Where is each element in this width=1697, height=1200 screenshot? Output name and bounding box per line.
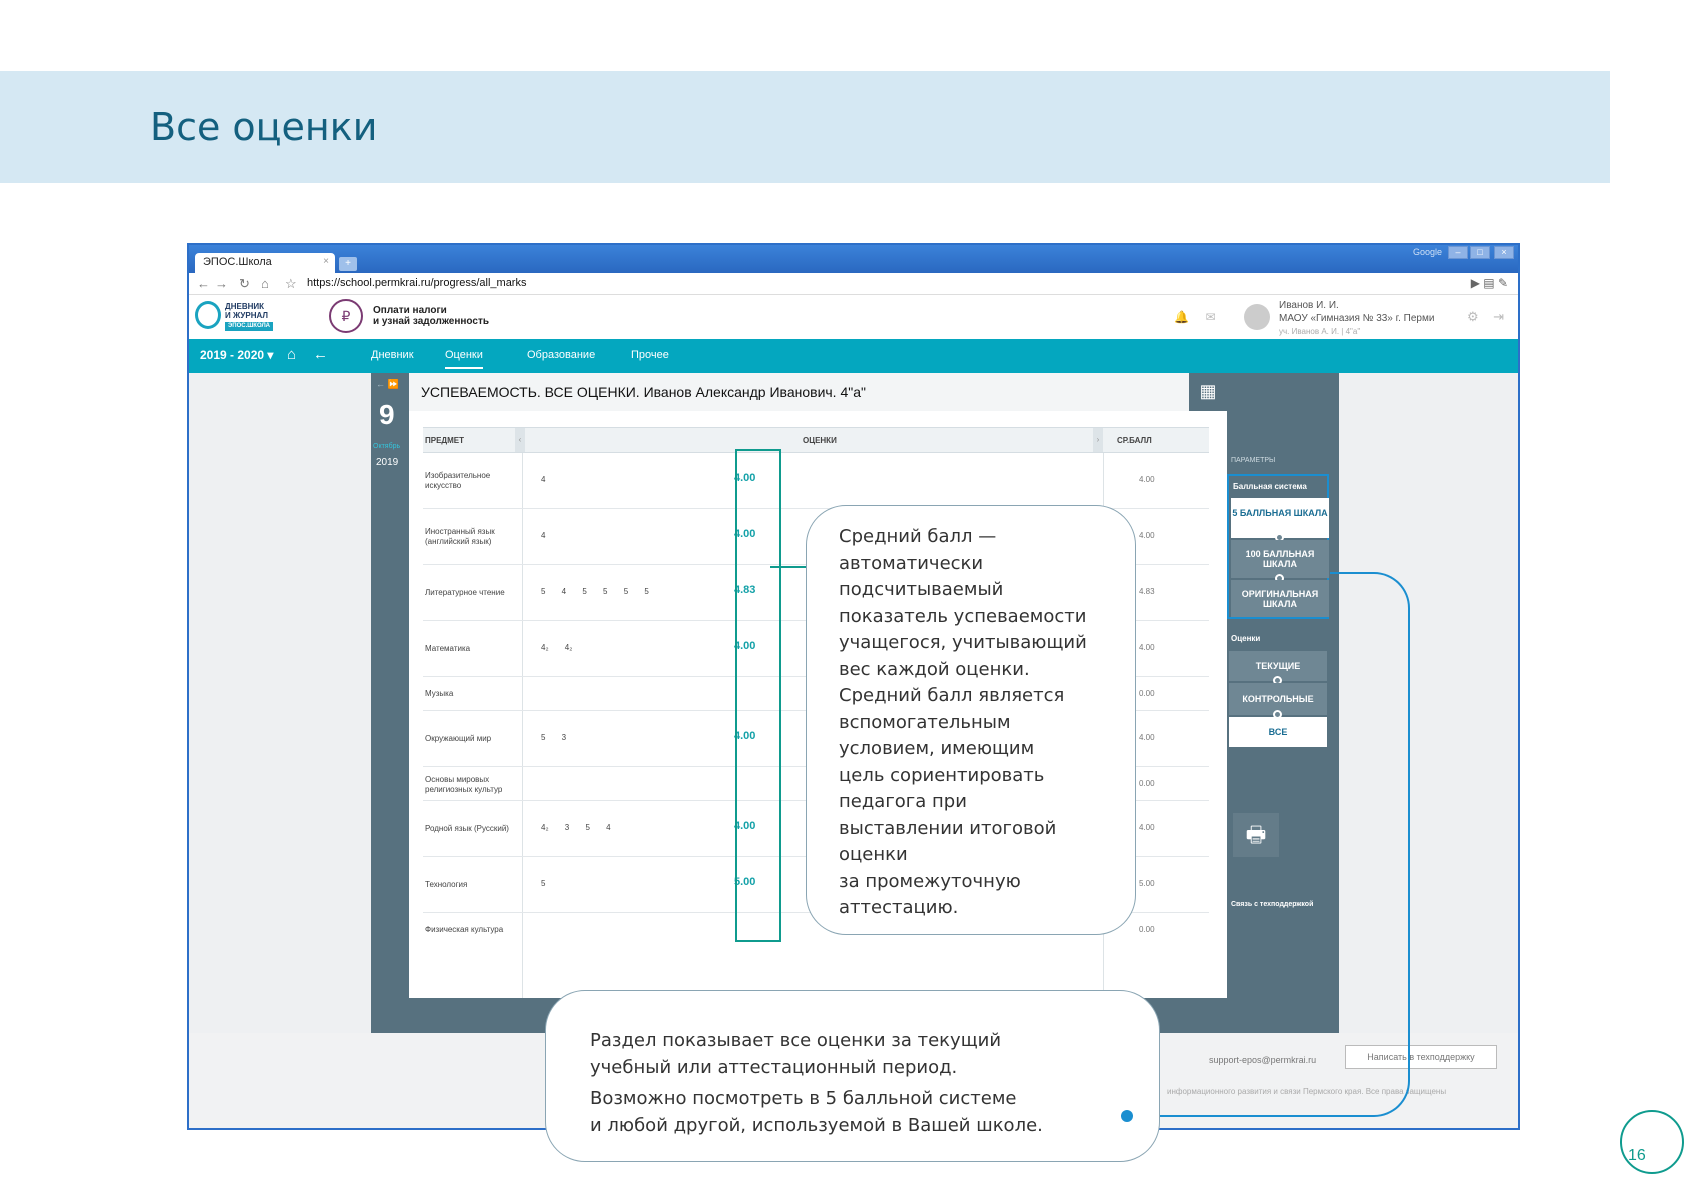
browser-titlebar: ЭПОС.Школа × + Google – □ ×: [189, 245, 1518, 273]
params-label: ПАРАМЕТРЫ: [1231, 457, 1276, 464]
date-nav-arrows[interactable]: ← ⏩: [376, 379, 399, 390]
scale-connector-dot: [1121, 1110, 1133, 1122]
close-window-icon[interactable]: ×: [1494, 246, 1514, 259]
logo[interactable]: ДНЕВНИК И ЖУРНАЛ ЭПОС.ШКОЛА: [225, 302, 273, 331]
current-day: 9: [379, 399, 395, 430]
panel-title: УСПЕВАЕМОСТЬ. ВСЕ ОЦЕНКИ. Иванов Алексан…: [421, 384, 866, 400]
marks-label: Оценки: [1231, 634, 1261, 643]
star-icon[interactable]: ☆: [285, 276, 297, 292]
scroll-right-icon[interactable]: ›: [1093, 428, 1103, 452]
mail-icon[interactable]: ✉: [1206, 310, 1216, 324]
scale-5-button[interactable]: 5 БАЛЛЬНАЯ ШКАЛА: [1231, 498, 1329, 538]
table-row[interactable]: Изобразительное искусство 4 4.00 4.00: [423, 453, 1209, 509]
logo-icon: [195, 301, 221, 329]
slide: Все оценки ЭПОС.Школа × + Google – □ × ←…: [0, 0, 1697, 1200]
url-field[interactable]: https://school.permkrai.ru/progress/all_…: [307, 277, 526, 289]
year-selector[interactable]: 2019 - 2020 ▾: [200, 348, 273, 362]
address-bar-row: ← → ↻ ⌂ ☆ https://school.permkrai.ru/pro…: [189, 273, 1518, 295]
col-avg: СР.БАЛЛ: [1117, 436, 1152, 445]
notification-icons: 🔔 ✉: [1174, 310, 1216, 324]
footer-email[interactable]: support-epos@permkrai.ru: [1209, 1055, 1316, 1065]
scale-original-button[interactable]: ОРИГИНАЛЬНАЯ ШКАЛА: [1231, 580, 1329, 617]
average-highlight-frame: [735, 449, 781, 942]
forward-icon[interactable]: →: [215, 276, 228, 291]
callout-paragraph: Раздел показывает все оценки за текущий …: [590, 1030, 1002, 1078]
nav-diary[interactable]: Дневник: [371, 349, 414, 361]
scale-selector: Балльная система 5 БАЛЛЬНАЯ ШКАЛА 100 БА…: [1227, 474, 1329, 619]
tax-banner[interactable]: Оплати налоги и узнай задолженность: [373, 305, 489, 327]
back-arrow-icon[interactable]: ←: [313, 346, 328, 363]
user-info[interactable]: Иванов И. И. МАОУ «Гимназия № 33» г. Пер…: [1279, 299, 1434, 338]
tax-icon[interactable]: ₽: [329, 299, 363, 333]
tab-title: ЭПОС.Школа: [203, 256, 272, 268]
nav-other[interactable]: Прочее: [631, 349, 669, 361]
nav-marks[interactable]: Оценки: [445, 349, 483, 369]
scroll-left-icon[interactable]: ‹: [515, 428, 525, 452]
printer-icon[interactable]: 🖶: [1233, 813, 1279, 857]
table-header: ПРЕДМЕТ ‹ ОЦЕНКИ › СР.БАЛЛ: [423, 427, 1209, 453]
header-actions: ⚙ ⇥: [1467, 309, 1504, 325]
col-subject: ПРЕДМЕТ: [425, 436, 465, 445]
main-navbar: 2019 - 2020 ▾ ⌂ ← Дневник Оценки Образов…: [189, 339, 1518, 373]
panel-header: УСПЕВАЕМОСТЬ. ВСЕ ОЦЕНКИ. Иванов Алексан…: [409, 373, 1227, 411]
home-icon[interactable]: ⌂: [287, 346, 296, 363]
title-band: Все оценки: [0, 71, 1610, 183]
browser-tab[interactable]: ЭПОС.Школа ×: [195, 253, 335, 273]
params-sidebar: ПАРАМЕТРЫ Балльная система 5 БАЛЛЬНАЯ ШК…: [1227, 373, 1339, 1033]
google-label: Google: [1412, 247, 1442, 257]
maximize-icon[interactable]: □: [1470, 246, 1490, 259]
close-tab-icon[interactable]: ×: [323, 256, 329, 267]
minimize-icon[interactable]: –: [1448, 246, 1468, 259]
avatar[interactable]: [1244, 304, 1270, 330]
page-number: 16: [1628, 1147, 1646, 1164]
all-marks-button[interactable]: ВСЕ: [1229, 717, 1327, 747]
grid-icon[interactable]: ▦: [1189, 373, 1227, 411]
logout-icon[interactable]: ⇥: [1493, 309, 1504, 324]
support-link[interactable]: Связь с техподдержкой: [1231, 901, 1313, 908]
scale-100-button[interactable]: 100 БАЛЛЬНАЯ ШКАЛА: [1231, 540, 1329, 578]
col-marks: ОЦЕНКИ: [803, 436, 837, 445]
current-month: Октябрь: [373, 443, 401, 450]
reload-icon[interactable]: ↻: [239, 276, 250, 292]
new-tab-icon[interactable]: +: [339, 257, 357, 271]
scale-connector-path: [1330, 572, 1410, 1117]
home-browser-icon[interactable]: ⌂: [261, 276, 269, 291]
average-explanation-callout: Средний балл — автоматически подсчитывае…: [806, 505, 1136, 935]
bell-icon[interactable]: 🔔: [1174, 310, 1189, 324]
gear-icon[interactable]: ⚙: [1467, 309, 1479, 324]
date-column: ← ⏩ 9 Октябрь 2019: [371, 373, 407, 1033]
callout-paragraph: Возможно посмотреть в 5 балльной системе…: [590, 1088, 1043, 1136]
nav-education[interactable]: Образование: [527, 349, 595, 361]
back-icon[interactable]: ←: [197, 276, 210, 291]
site-header: ДНЕВНИК И ЖУРНАЛ ЭПОС.ШКОЛА ₽ Оплати нал…: [189, 295, 1518, 339]
current-year: 2019: [376, 457, 399, 468]
browser-menu-icons[interactable]: ▶ ▤ ✎: [1471, 276, 1508, 290]
section-explanation-callout: Раздел показывает все оценки за текущий …: [545, 990, 1160, 1162]
page-title: Все оценки: [150, 105, 378, 149]
